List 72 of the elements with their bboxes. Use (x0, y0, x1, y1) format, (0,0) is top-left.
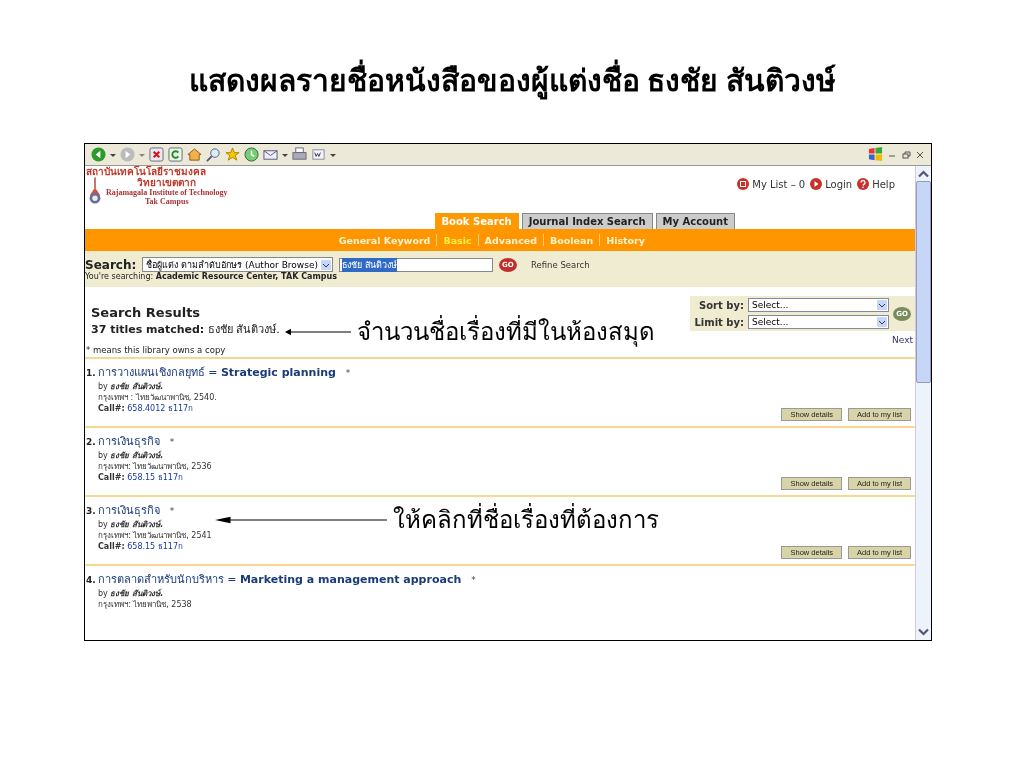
sort-dropdown[interactable]: Select... (748, 298, 889, 312)
dropdown-arrow-icon[interactable] (282, 151, 288, 158)
list-icon (737, 178, 750, 190)
slide-title: แสดงผลรายชื่อหนังสือของผู้แต่งชื่อ ธงชัย สันติวงษ์ (188, 58, 836, 104)
owned-mark: * (471, 575, 476, 585)
book-title-link[interactable]: การตลาดสำหรับนักบริหาร = Marketing a management approach (97, 570, 462, 588)
searching-location: You're searching: Academic Resource Center, TAK Campus (85, 272, 338, 281)
library-note: * means this library owns a copy (85, 345, 227, 357)
search-icon[interactable] (206, 147, 221, 162)
help-icon (857, 178, 870, 190)
result-number: 4. (86, 575, 96, 585)
mail-icon[interactable] (263, 147, 278, 162)
result-number: 2. (86, 437, 96, 447)
book-title-link[interactable]: การวางแผนเชิงกลยุทธ์ = Strategic planning (97, 363, 336, 381)
refine-search-link[interactable]: Refine Search (530, 259, 590, 270)
publisher-line: กรุงเทพฯ : ไทยวัฒนาพานิช, 2540. (97, 392, 217, 403)
search-input[interactable]: ธงชัย สันติวงษ์ (338, 257, 493, 272)
restore-icon[interactable] (901, 149, 911, 160)
call-number: Call#: 658.15 ธ117ก (97, 472, 183, 483)
star-icon[interactable] (225, 147, 240, 162)
annotation-text: ให้คลิกที่ชื่อเรื่องที่ต้องการ (393, 500, 659, 539)
search-label: Search: (85, 257, 137, 272)
author-line: by ธงชัย สันติวงษ์. (97, 588, 164, 599)
scrollbar[interactable] (915, 166, 931, 640)
header-link[interactable]: Login (825, 178, 853, 190)
author-line: by ธงชัย สันติวงษ์. (97, 519, 164, 530)
tab[interactable]: Journal Index Search (521, 213, 653, 229)
owned-mark: * (345, 368, 351, 378)
dropdown-arrow-icon[interactable] (110, 151, 116, 158)
result-number: 1. (86, 368, 96, 378)
arrow (285, 327, 351, 336)
dropdown-arrow-icon (877, 317, 887, 327)
limit-label: Limit by: (694, 316, 744, 328)
limit-dropdown[interactable]: Select... (748, 315, 889, 329)
sort-label: Sort by: (699, 299, 744, 311)
owned-mark: * (169, 506, 175, 516)
logo-text: วิทยาเขตตาก (137, 177, 197, 188)
call-number: Call#: 658.4012 ธ117ก (97, 403, 194, 414)
back-icon[interactable] (91, 147, 106, 162)
author-line: by ธงชัย สันติวงษ์. (97, 450, 164, 461)
result-number: 3. (86, 506, 96, 516)
header-link[interactable]: My List – 0 (752, 178, 806, 190)
book-title-link[interactable]: การเงินธุรกิจ (97, 432, 160, 450)
stop-icon[interactable] (149, 147, 164, 162)
next-link[interactable]: Next (892, 335, 913, 345)
matched-count: 37 titles matched: ธงชัย สันติวงษ์. (91, 322, 280, 338)
windows-logo-icon (868, 147, 883, 162)
results-heading: Search Results (91, 305, 202, 320)
header-link[interactable]: Help (872, 178, 895, 190)
dropdown-arrow-icon[interactable] (330, 151, 336, 158)
refresh-icon[interactable] (168, 147, 183, 162)
logo-text: Rajamagala Institute of Technology (106, 188, 228, 197)
owned-mark: * (169, 437, 175, 447)
publisher-line: กรุงเทพฯ: ไทยวัฒนาพานิช, 2536 (97, 461, 212, 472)
scroll-thumb[interactable] (916, 181, 931, 383)
annotation-text: จำนวนชื่อเรื่องที่มีในห้องสมุด (357, 312, 655, 351)
document-icon[interactable] (311, 147, 326, 162)
play-icon (810, 178, 823, 190)
author-line: by ธงชัย สันติวงษ์. (97, 381, 164, 392)
printer-icon[interactable] (292, 147, 307, 162)
publisher-line: กรุงเทพฯ: ไทยวัฒนาพานิช, 2541 (97, 530, 212, 541)
close-icon[interactable] (915, 149, 925, 160)
publisher-line: กรุงเทพฯ: ไทยพานิช, 2538 (97, 599, 192, 610)
clock-icon[interactable] (244, 147, 259, 162)
home-icon[interactable] (187, 147, 202, 162)
logo-text: สถาบันเทคโนโลยีราชมงคล (86, 166, 207, 177)
tab[interactable]: My Account (655, 213, 735, 229)
call-number: Call#: 658.15 ธ117ก (97, 541, 183, 552)
book-title-link[interactable]: การเงินธุรกิจ (97, 501, 160, 519)
dropdown-arrow-icon (877, 300, 887, 310)
logo-text: Tak Campus (145, 197, 189, 206)
search-type-dropdown[interactable]: ชื่อผู้แต่ง ตามลำดับอักษร (Author Browse) (142, 257, 333, 272)
